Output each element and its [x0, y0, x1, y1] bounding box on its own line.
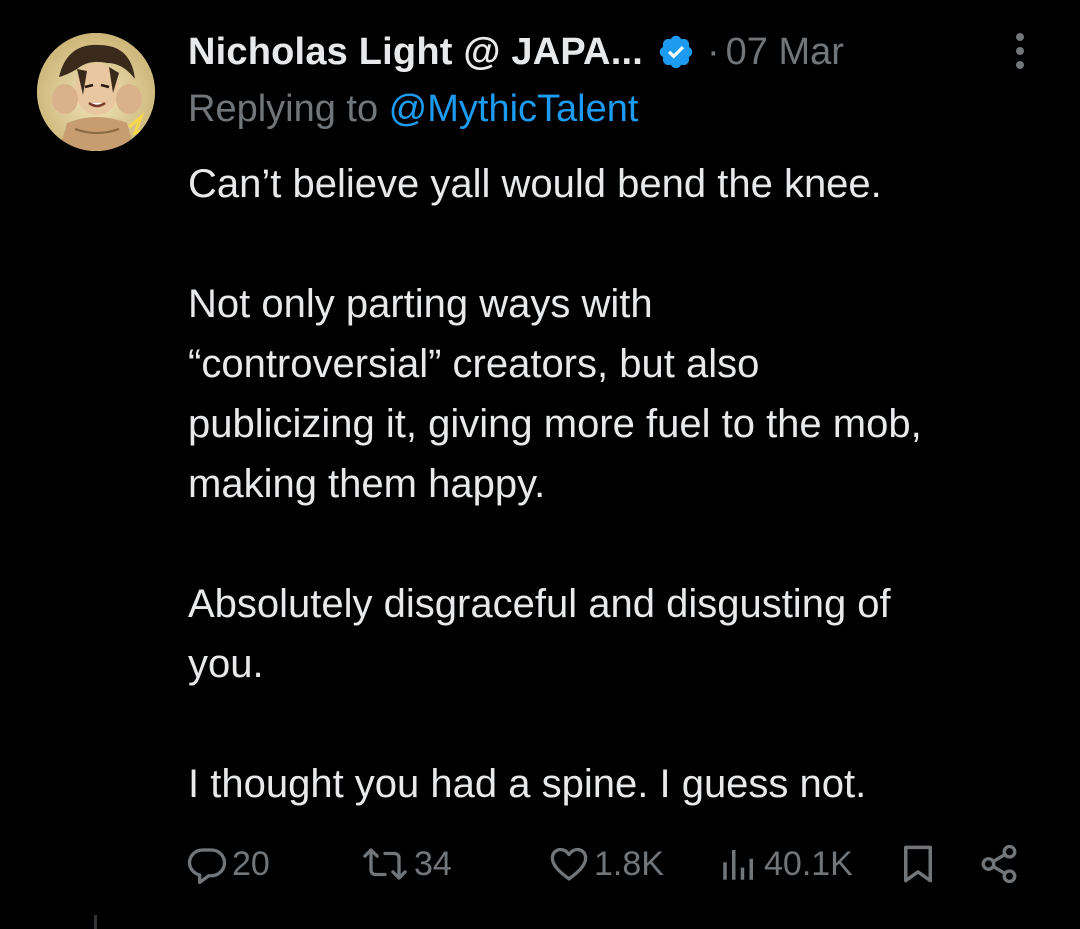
separator: · — [706, 30, 720, 73]
action-bar: 20 34 1.8K 40.1K — [0, 836, 1080, 892]
heart-icon — [550, 847, 588, 881]
replying-handle-link[interactable]: @MythicTalent — [389, 88, 639, 130]
tweet-date[interactable]: 07 Mar — [726, 31, 844, 74]
retweet-icon — [363, 848, 407, 880]
thread-connector-line — [94, 915, 97, 929]
like-button[interactable]: 1.8K — [548, 836, 664, 892]
author-name[interactable]: Nicholas Light @ JAPA... — [188, 31, 643, 74]
avatar-image — [37, 33, 155, 151]
more-vertical-icon[interactable] — [1008, 30, 1032, 72]
paragraph-line: Not only parting ways with — [188, 282, 653, 326]
views-button[interactable]: 40.1K — [718, 836, 853, 892]
tweet-header: Nicholas Light @ JAPA... · 07 Mar — [188, 22, 844, 82]
bookmark-button[interactable] — [900, 836, 936, 892]
paragraph-line: I thought you had a spine. I guess not. — [188, 762, 867, 806]
replying-to: Replying to @MythicTalent — [188, 88, 638, 131]
replying-prefix: Replying to — [188, 88, 389, 130]
views-count: 40.1K — [764, 844, 853, 883]
paragraph-line: “controversial” creators, but also — [188, 342, 760, 386]
share-button[interactable] — [978, 836, 1020, 892]
like-count: 1.8K — [594, 844, 664, 883]
share-icon — [981, 844, 1017, 884]
paragraph-line: Absolutely disgraceful and disgusting of — [188, 582, 891, 626]
paragraph-line: you. — [188, 642, 264, 686]
reply-count: 20 — [232, 844, 270, 883]
avatar[interactable] — [37, 33, 155, 151]
reply-button[interactable]: 20 — [186, 836, 270, 892]
bookmark-icon — [904, 845, 932, 883]
tweet-text: Can’t believe yall would bend the knee. … — [188, 154, 1058, 814]
tweet[interactable]: Nicholas Light @ JAPA... · 07 Mar Replyi… — [0, 0, 1080, 929]
views-icon — [723, 850, 753, 880]
paragraph-line: making them happy. — [188, 462, 546, 506]
paragraph-line: Can’t believe yall would bend the knee. — [188, 162, 882, 206]
verified-badge-icon[interactable] — [657, 33, 695, 71]
retweet-count: 34 — [414, 844, 452, 883]
reply-icon — [187, 848, 227, 885]
paragraph-line: publicizing it, giving more fuel to the … — [188, 402, 922, 446]
retweet-button[interactable]: 34 — [360, 836, 452, 892]
